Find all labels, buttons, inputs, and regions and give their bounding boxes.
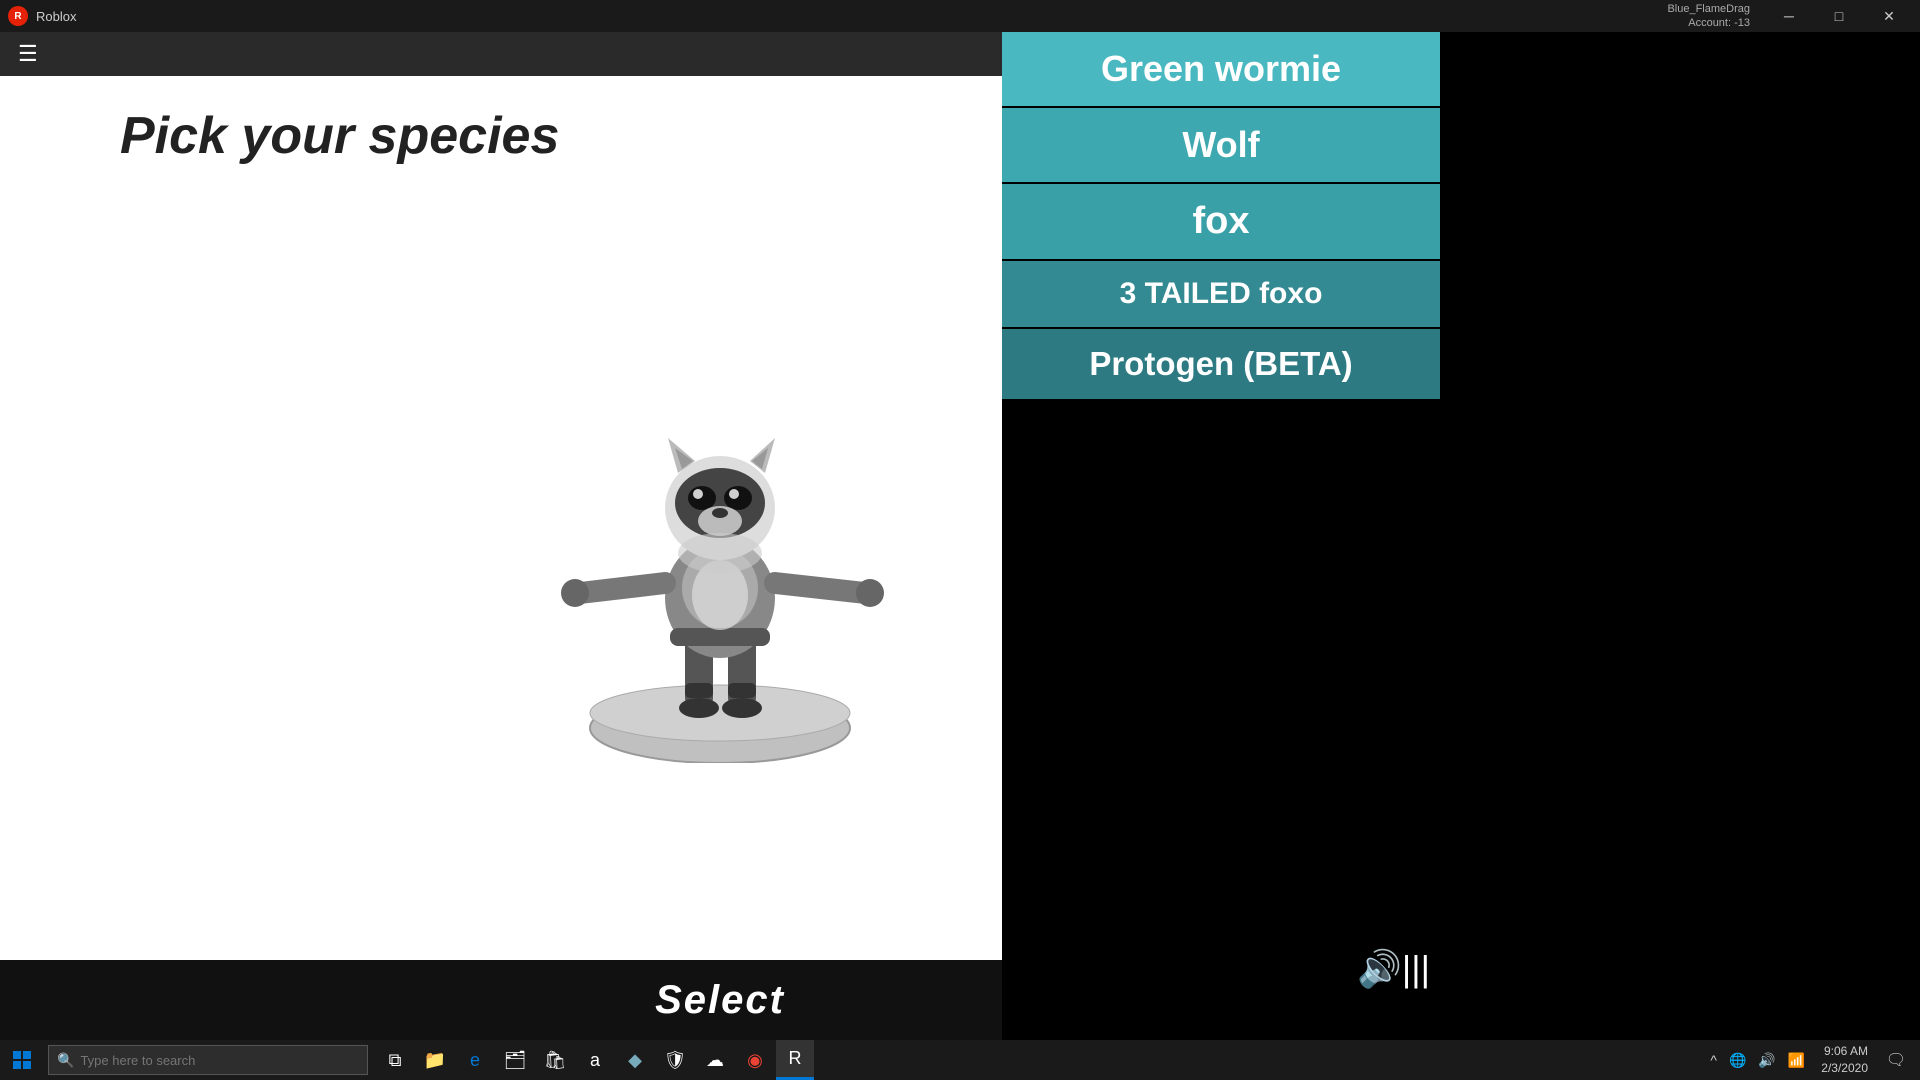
volume-tray-icon[interactable]: 🔊 bbox=[1754, 1052, 1779, 1069]
notification-button[interactable]: 🗨 bbox=[1880, 1040, 1912, 1080]
network-icon[interactable]: 🌐 bbox=[1725, 1052, 1750, 1069]
species-item-wolf[interactable]: Wolf bbox=[1002, 108, 1440, 184]
select-button[interactable]: Select bbox=[655, 978, 785, 1023]
search-input[interactable] bbox=[80, 1053, 350, 1068]
sound-area: 🔊||| bbox=[1357, 948, 1430, 990]
hidden-icons-button[interactable]: ^ bbox=[1706, 1052, 1721, 1068]
titlebar-title: Roblox bbox=[36, 9, 76, 24]
volume-icon[interactable]: 🔊||| bbox=[1357, 948, 1430, 989]
minimize-button[interactable]: ─ bbox=[1766, 0, 1812, 32]
species-item-protogen[interactable]: Protogen (BETA) bbox=[1002, 329, 1440, 401]
app-icon: R bbox=[8, 6, 28, 26]
search-icon: 🔍 bbox=[57, 1052, 74, 1069]
folder-button[interactable]: 🗂 bbox=[496, 1040, 534, 1080]
store-button[interactable]: 🛍 bbox=[536, 1040, 574, 1080]
species-item-fox[interactable]: fox bbox=[1002, 184, 1440, 261]
task-view-button[interactable]: ⧉ bbox=[376, 1040, 414, 1080]
windows-icon bbox=[13, 1051, 31, 1069]
account-label: Account: -13 bbox=[1688, 17, 1750, 29]
account-name: Blue_FlameDrag bbox=[1667, 3, 1750, 15]
titlebar: R Roblox Blue_FlameDrag Account: -13 ─ □… bbox=[0, 0, 1920, 32]
close-button[interactable]: ✕ bbox=[1866, 0, 1912, 32]
roblox-button[interactable]: R bbox=[776, 1040, 814, 1080]
titlebar-left: R Roblox bbox=[8, 6, 76, 26]
chrome-button[interactable]: ◉ bbox=[736, 1040, 774, 1080]
wifi-icon[interactable]: 📶 bbox=[1784, 1052, 1809, 1069]
file-explorer-button[interactable]: 📁 bbox=[416, 1040, 454, 1080]
species-item-green-wormie[interactable]: Green wormie bbox=[1002, 32, 1440, 108]
account-info: Blue_FlameDrag Account: -13 bbox=[1667, 2, 1750, 31]
maximize-button[interactable]: □ bbox=[1816, 0, 1862, 32]
dev-button[interactable]: ◆ bbox=[616, 1040, 654, 1080]
amazon-button[interactable]: a bbox=[576, 1040, 614, 1080]
hamburger-menu[interactable]: ☰ bbox=[10, 37, 46, 71]
character-display bbox=[530, 343, 910, 763]
system-clock[interactable]: 9:06 AM 2/3/2020 bbox=[1813, 1043, 1876, 1077]
titlebar-right: Blue_FlameDrag Account: -13 ─ □ ✕ bbox=[1667, 0, 1912, 32]
species-item-3tailed-foxo[interactable]: 3 TAILED foxo bbox=[1002, 261, 1440, 329]
shield-button[interactable]: 🛡 bbox=[656, 1040, 694, 1080]
edge-button[interactable]: e bbox=[456, 1040, 494, 1080]
page-title: Pick your species bbox=[120, 106, 559, 166]
system-tray: ^ 🌐 🔊 📶 9:06 AM 2/3/2020 🗨 bbox=[1706, 1040, 1920, 1080]
species-panel: Green wormie Wolf fox 3 TAILED foxo Prot… bbox=[1002, 32, 1440, 1040]
cloud-button[interactable]: ☁ bbox=[696, 1040, 734, 1080]
search-bar[interactable]: 🔍 bbox=[48, 1045, 368, 1075]
taskbar-icons: ⧉ 📁 e 🗂 🛍 a ◆ 🛡 ☁ ◉ R bbox=[376, 1040, 814, 1080]
taskbar: 🔍 ⧉ 📁 e 🗂 🛍 a ◆ 🛡 ☁ ◉ R ^ 🌐 🔊 📶 9:06 AM … bbox=[0, 1040, 1920, 1080]
right-dark-area bbox=[1440, 32, 1920, 1040]
start-button[interactable] bbox=[0, 1040, 44, 1080]
